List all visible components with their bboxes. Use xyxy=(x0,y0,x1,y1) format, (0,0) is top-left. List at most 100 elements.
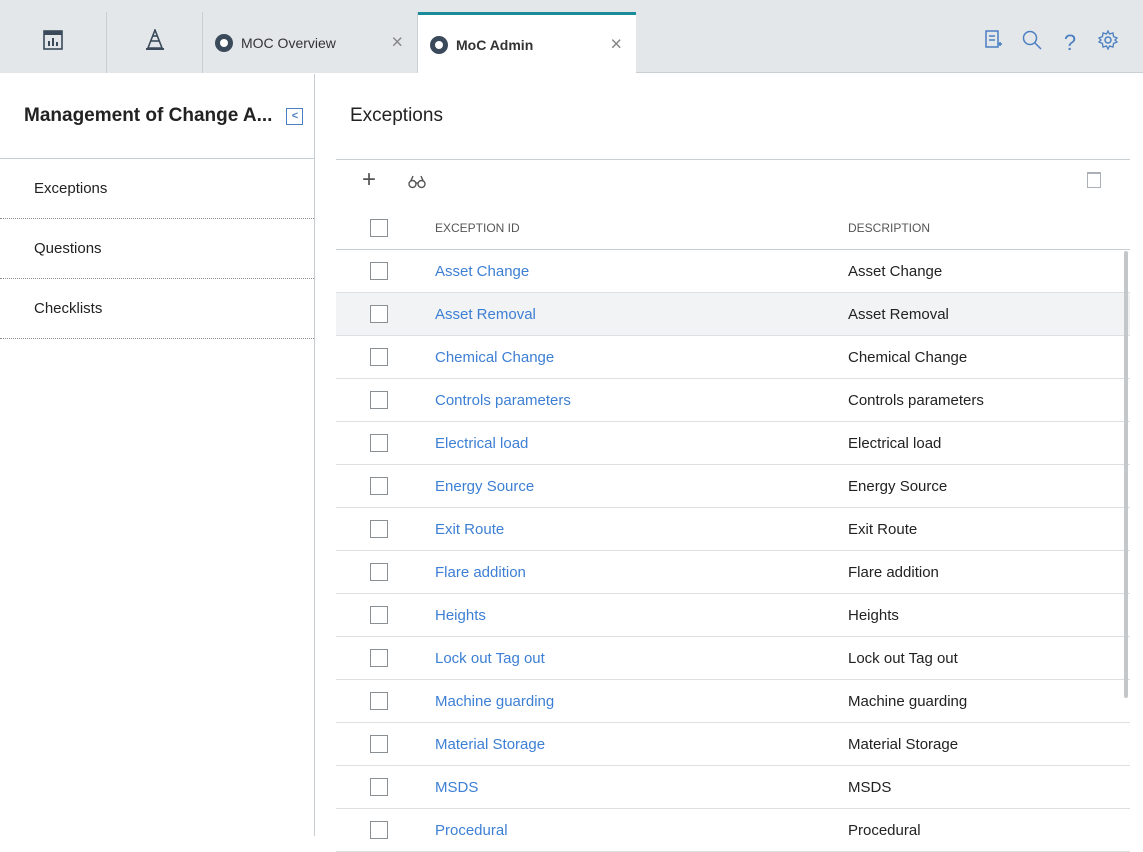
table-row[interactable]: Exit Route Exit Route xyxy=(336,508,1130,551)
row-checkbox[interactable] xyxy=(370,735,388,753)
search-icon xyxy=(1022,30,1042,56)
exception-description: Lock out Tag out xyxy=(848,649,958,667)
exception-description: Machine guarding xyxy=(848,692,968,710)
exception-id-link[interactable]: Heights xyxy=(435,607,848,624)
row-checkbox[interactable] xyxy=(370,391,388,409)
settings-icon xyxy=(1097,29,1119,56)
exception-id-link[interactable]: Asset Removal xyxy=(435,306,848,323)
hierarchy-icon xyxy=(145,27,165,56)
column-header-description[interactable]: DESCRIPTION xyxy=(848,221,930,235)
table-row[interactable]: Energy Source Energy Source xyxy=(336,465,1130,508)
exception-id-link[interactable]: Asset Change xyxy=(435,263,848,280)
tab-moc-admin[interactable]: MoC Admin × xyxy=(418,12,636,74)
tab-bar: MOC Overview × MoC Admin × ? xyxy=(0,0,1143,74)
sidebar: Management of Change A... < Exceptions Q… xyxy=(0,74,315,836)
row-checkbox[interactable] xyxy=(370,477,388,495)
row-checkbox[interactable] xyxy=(370,434,388,452)
tab-label: MOC Overview xyxy=(241,34,336,51)
tab-moc-overview[interactable]: MOC Overview × xyxy=(203,12,418,73)
page-title: Exceptions xyxy=(350,105,443,126)
row-checkbox[interactable] xyxy=(370,649,388,667)
sidebar-header: Management of Change A... < xyxy=(0,74,314,159)
exception-description: Material Storage xyxy=(848,735,959,753)
scrollbar[interactable] xyxy=(1124,251,1128,698)
table-row[interactable]: Procedural Procedural xyxy=(336,809,1130,852)
hierarchy-tab[interactable] xyxy=(107,12,203,73)
main-content: Exceptions + EXCEPTION ID DESCRIPTION As… xyxy=(316,74,1143,852)
table-row[interactable]: Material Storage Material Storage xyxy=(336,723,1130,766)
table-row[interactable]: Heights Heights xyxy=(336,594,1130,637)
row-checkbox[interactable] xyxy=(370,821,388,839)
exception-id-link[interactable]: Electrical load xyxy=(435,435,848,452)
sidebar-item-exceptions[interactable]: Exceptions xyxy=(0,159,314,219)
sidebar-title: Management of Change A... xyxy=(24,105,273,126)
tasklist-button[interactable] xyxy=(975,23,1013,63)
table-row[interactable]: Flare addition Flare addition xyxy=(336,551,1130,594)
row-checkbox[interactable] xyxy=(370,606,388,624)
binoculars-icon xyxy=(408,175,426,193)
collapse-icon[interactable]: < xyxy=(286,107,304,125)
exception-id-link[interactable]: Flare addition xyxy=(435,564,848,581)
row-checkbox[interactable] xyxy=(370,563,388,581)
close-icon[interactable]: × xyxy=(391,31,403,54)
table-row[interactable]: MSDS MSDS xyxy=(336,766,1130,809)
row-checkbox[interactable] xyxy=(370,778,388,796)
sidebar-item-label: Exceptions xyxy=(34,180,108,197)
exception-description: Exit Route xyxy=(848,520,918,538)
dashboard-tab[interactable] xyxy=(0,12,107,73)
sidebar-item-questions[interactable]: Questions xyxy=(0,219,314,279)
table-row[interactable]: Lock out Tag out Lock out Tag out xyxy=(336,637,1130,680)
table-header: EXCEPTION ID DESCRIPTION xyxy=(336,206,1130,250)
select-all-checkbox[interactable] xyxy=(370,218,388,237)
exception-id-link[interactable]: Controls parameters xyxy=(435,392,848,409)
help-icon: ? xyxy=(1063,29,1077,55)
exception-description: Asset Removal xyxy=(848,305,949,323)
toolbar-right: ? xyxy=(975,12,1143,73)
row-checkbox[interactable] xyxy=(370,520,388,538)
table-row[interactable]: Controls parameters Controls parameters xyxy=(336,379,1130,422)
row-checkbox[interactable] xyxy=(370,348,388,366)
exception-description: Controls parameters xyxy=(848,391,984,409)
search-button[interactable] xyxy=(1013,23,1051,63)
tab-label: MoC Admin xyxy=(456,36,534,53)
exception-id-link[interactable]: Lock out Tag out xyxy=(435,650,848,667)
table-row[interactable]: Electrical load Electrical load xyxy=(336,422,1130,465)
exception-description: Asset Change xyxy=(848,262,943,280)
table-row[interactable]: Machine guarding Machine guarding xyxy=(336,680,1130,723)
table-body: Asset Change Asset Change Asset Removal Ass… xyxy=(336,250,1130,852)
table-row[interactable]: Asset Removal Asset Removal xyxy=(336,293,1130,336)
find-button[interactable] xyxy=(408,175,426,193)
close-icon[interactable]: × xyxy=(610,33,622,56)
exception-id-link[interactable]: Chemical Change xyxy=(435,349,848,366)
tasklist-icon xyxy=(985,29,1003,56)
sidebar-item-label: Checklists xyxy=(34,300,103,317)
exception-description: Electrical load xyxy=(848,434,942,452)
sidebar-item-checklists[interactable]: Checklists xyxy=(0,279,314,339)
exception-id-link[interactable]: Energy Source xyxy=(435,478,848,495)
exception-id-link[interactable]: Machine guarding xyxy=(435,693,848,710)
column-header-exception-id[interactable]: EXCEPTION ID xyxy=(435,221,848,235)
row-checkbox[interactable] xyxy=(370,305,388,323)
dashboard-icon xyxy=(43,30,63,55)
settings-button[interactable] xyxy=(1089,23,1127,63)
row-checkbox[interactable] xyxy=(370,262,388,280)
exception-description: Heights xyxy=(848,606,899,624)
exception-description: MSDS xyxy=(848,778,892,796)
table-row[interactable]: Asset Change Asset Change xyxy=(336,250,1130,293)
sidebar-item-label: Questions xyxy=(34,240,102,257)
row-checkbox[interactable] xyxy=(370,692,388,710)
exception-id-link[interactable]: MSDS xyxy=(435,779,848,796)
exception-description: Chemical Change xyxy=(848,348,968,366)
help-button[interactable]: ? xyxy=(1051,23,1089,63)
trash-icon[interactable] xyxy=(1087,172,1101,188)
plus-icon: + xyxy=(362,166,377,193)
exception-description: Flare addition xyxy=(848,563,939,581)
exception-description: Energy Source xyxy=(848,477,948,495)
divider xyxy=(336,159,1130,160)
exception-id-link[interactable]: Exit Route xyxy=(435,521,848,538)
exception-id-link[interactable]: Material Storage xyxy=(435,736,848,753)
moc-icon xyxy=(215,33,233,52)
add-button[interactable]: + xyxy=(362,166,376,194)
moc-icon xyxy=(430,35,448,54)
table-row[interactable]: Chemical Change Chemical Change xyxy=(336,336,1130,379)
